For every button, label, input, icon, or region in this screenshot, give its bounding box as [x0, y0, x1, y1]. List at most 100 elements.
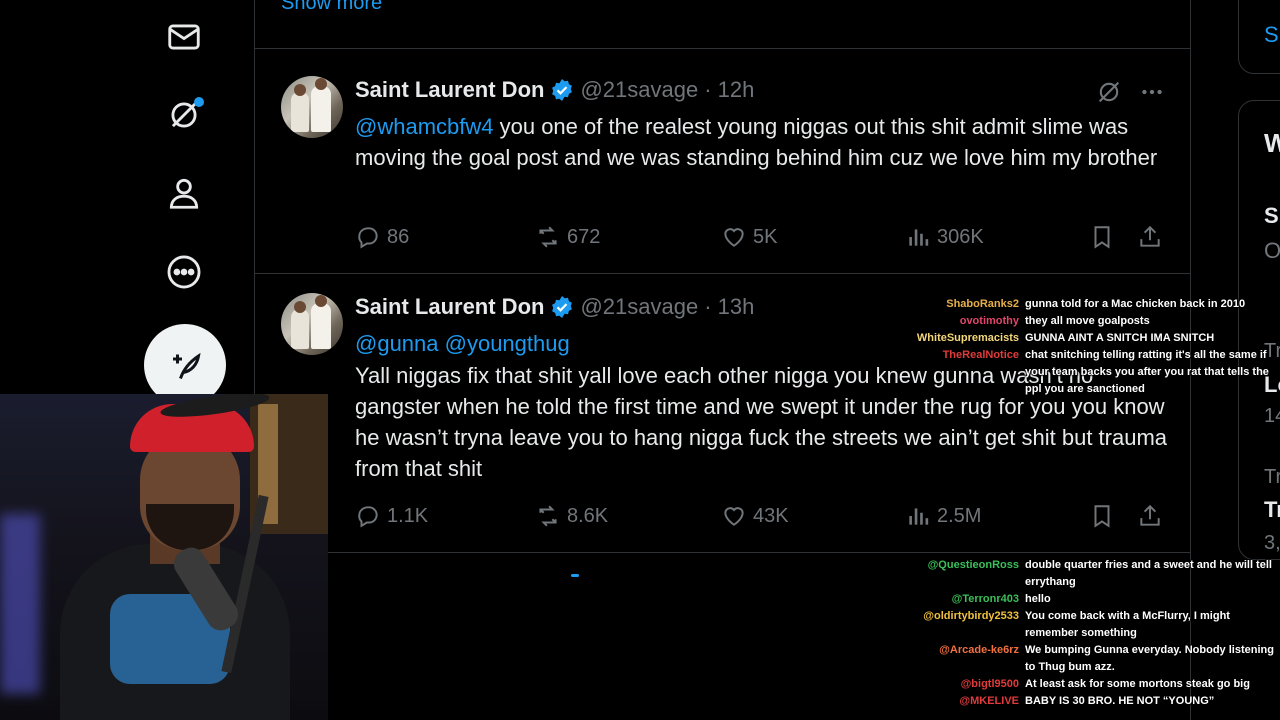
chat-message: @MKELIVE BABY IS 30 BRO. HE NOT “YOUNG” — [900, 693, 1275, 710]
chat-username: @Terronr403 — [951, 593, 1019, 605]
verified-badge-icon — [552, 79, 573, 101]
chat-text: gunna told for a Mac chicken back in 201… — [1025, 298, 1246, 310]
chat-text: hello — [1025, 593, 1051, 605]
chat-message: @Arcade-ke6rz We bumping Gunna everyday. … — [900, 642, 1275, 676]
trend-fragment: 3, — [1264, 532, 1280, 554]
tweet-actions: 86 672 5K 306K — [355, 224, 1165, 254]
webcam-overlay — [0, 394, 328, 720]
avatar[interactable] — [281, 293, 343, 355]
timestamp[interactable]: · 12h — [704, 77, 754, 103]
views-icon — [909, 229, 929, 246]
chat-message: ovotimothy they all move goalposts — [900, 313, 1275, 330]
chat-message: TheRealNotice chat snitching telling ratt… — [900, 347, 1275, 398]
bookmark-icon — [1094, 505, 1110, 528]
stream-chat-bottom: @QuestieonRoss double quarter fries and a… — [900, 557, 1275, 710]
loading-indicator — [571, 574, 579, 577]
share-button[interactable] — [1137, 224, 1163, 250]
views-button[interactable]: 2.5M — [905, 503, 981, 529]
repost-button[interactable]: 672 — [535, 224, 600, 250]
share-icon — [1140, 504, 1160, 526]
chat-text: BABY IS 30 BRO. HE NOT “YOUNG” — [1025, 695, 1215, 707]
more-icon[interactable] — [162, 250, 206, 294]
trend-fragment: O — [1264, 238, 1280, 263]
bookmark-button[interactable] — [1089, 224, 1115, 250]
reply-button[interactable]: 86 — [355, 224, 409, 250]
timestamp[interactable]: · 13h — [704, 294, 754, 320]
tweet-header: Saint Laurent Don @21savage · 13h — [355, 294, 754, 320]
repost-icon — [539, 505, 557, 527]
reply-icon — [358, 227, 378, 249]
repost-button[interactable]: 8.6K — [535, 503, 608, 529]
chat-username: @QuestieonRoss — [927, 559, 1019, 571]
chat-text: double quarter fries and a sweet and he … — [1025, 559, 1272, 588]
heart-icon — [724, 507, 744, 526]
more-options-icon[interactable] — [1139, 79, 1165, 105]
mention-link[interactable]: @gunna @youngthug — [355, 331, 570, 356]
repost-count: 672 — [567, 225, 601, 248]
chat-username: TheRealNotice — [942, 349, 1019, 361]
chat-text: they all move goalposts — [1025, 315, 1150, 327]
chat-text: You come back with a McFlurry, I might r… — [1025, 610, 1230, 639]
tweet-text: @whamcbfw4 you one of the realest young … — [355, 111, 1175, 173]
views-icon — [909, 508, 929, 525]
chat-username: @MKELIVE — [959, 695, 1019, 707]
subscribe-fragment[interactable]: S — [1264, 22, 1279, 48]
trend-fragment[interactable]: Tr — [1264, 497, 1280, 523]
chat-text: We bumping Gunna everyday. Nobody listen… — [1025, 644, 1274, 673]
chat-text: At least ask for some mortons steak go b… — [1025, 678, 1250, 690]
feather-plus-icon — [173, 352, 201, 380]
trend-fragment[interactable]: S — [1264, 203, 1279, 229]
chat-text: chat snitching telling ratting it's all … — [1025, 349, 1269, 395]
chat-username: ShaboRanks2 — [946, 298, 1019, 310]
repost-icon — [539, 226, 557, 248]
trends-heading-fragment: W — [1264, 128, 1280, 158]
verified-badge-icon — [552, 296, 573, 318]
reply-icon — [358, 506, 378, 528]
tweet-header: Saint Laurent Don @21savage · 12h — [355, 77, 754, 103]
reply-button[interactable]: 1.1K — [355, 503, 428, 529]
handle[interactable]: @21savage — [580, 294, 698, 320]
repost-count: 8.6K — [567, 504, 609, 527]
grok-icon[interactable] — [162, 93, 206, 137]
trend-fragment: Tr — [1264, 466, 1280, 488]
trend-fragment: 14 — [1264, 405, 1280, 427]
chat-message: WhiteSupremacists GUNNA AINT A SNITCH IMA… — [900, 330, 1275, 347]
chat-username: WhiteSupremacists — [916, 332, 1019, 344]
like-count: 43K — [753, 504, 789, 527]
handle[interactable]: @21savage — [580, 77, 698, 103]
like-button[interactable]: 43K — [721, 503, 789, 529]
heart-icon — [724, 228, 744, 247]
reply-count: 1.1K — [387, 504, 429, 527]
reply-count: 86 — [387, 225, 410, 248]
display-name[interactable]: Saint Laurent Don — [355, 294, 544, 320]
profile-icon[interactable] — [162, 171, 206, 215]
chat-username: @bigtl9500 — [960, 678, 1019, 690]
mention-link[interactable]: @whamcbfw4 — [355, 114, 494, 139]
tweet[interactable]: Saint Laurent Don @21savage · 12h @whamc… — [255, 49, 1190, 273]
show-more-link[interactable]: Show more — [281, 0, 382, 15]
chat-text: GUNNA AINT A SNITCH IMA SNITCH — [1025, 332, 1215, 344]
like-count: 5K — [753, 225, 778, 248]
chat-message: @Terronr403 hello — [900, 591, 1275, 608]
like-button[interactable]: 5K — [721, 224, 777, 250]
view-count: 306K — [937, 225, 984, 248]
share-button[interactable] — [1137, 503, 1163, 529]
chat-message: @QuestieonRoss double quarter fries and a… — [900, 557, 1275, 591]
chat-username: @oldirtybirdy2533 — [923, 610, 1019, 622]
tweet-actions: 1.1K 8.6K 43K 2.5M — [355, 503, 1165, 533]
chat-username: ovotimothy — [959, 315, 1019, 327]
avatar[interactable] — [281, 76, 343, 138]
messages-icon[interactable] — [162, 15, 206, 59]
stream-chat-top: ShaboRanks2 gunna told for a Mac chicken … — [900, 296, 1275, 398]
chat-username: @Arcade-ke6rz — [939, 644, 1019, 656]
chat-message: ShaboRanks2 gunna told for a Mac chicken … — [900, 296, 1275, 313]
chat-message: @oldirtybirdy2533 You come back with a Mc… — [900, 608, 1275, 642]
views-button[interactable]: 306K — [905, 224, 984, 250]
bookmark-button[interactable] — [1089, 503, 1115, 529]
grok-explain-icon[interactable] — [1095, 78, 1123, 106]
display-name[interactable]: Saint Laurent Don — [355, 77, 544, 103]
chat-message: @bigtl9500 At least ask for some mortons … — [900, 676, 1275, 693]
notification-dot — [194, 97, 204, 107]
view-count: 2.5M — [937, 504, 982, 527]
bookmark-icon — [1094, 226, 1110, 249]
